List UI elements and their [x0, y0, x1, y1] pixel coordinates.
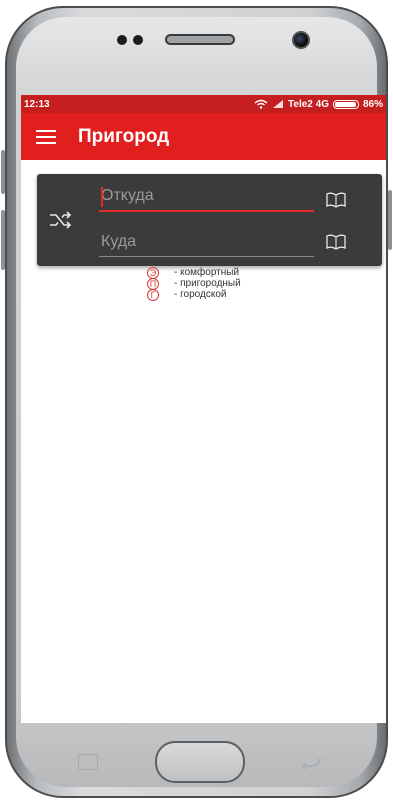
page-title: Пригород	[78, 125, 170, 147]
volume-button-lower	[1, 210, 5, 270]
earpiece-speaker	[165, 34, 235, 45]
legend-label: - городской	[174, 289, 227, 300]
route-card	[37, 174, 382, 266]
app-bar: Пригород	[21, 113, 386, 160]
status-bar: 12:13 Tele2 4G 86%	[21, 95, 386, 113]
volume-button	[1, 150, 5, 194]
battery-icon	[332, 99, 359, 109]
legend-badge: Г	[147, 288, 159, 301]
hamburger-menu-icon[interactable]	[36, 129, 56, 144]
legend-label: - пригородный	[174, 278, 241, 289]
train-type-legend: Э - комфортный П - пригородный Г - город…	[147, 266, 241, 301]
sensor-dot	[117, 35, 127, 45]
phone-screen: 12:13 Tele2 4G 86% Пригород Откуда Куда …	[21, 95, 386, 723]
home-button[interactable]	[155, 741, 245, 783]
front-camera	[292, 31, 310, 49]
book-icon[interactable]	[326, 192, 346, 208]
power-button	[388, 190, 392, 250]
legend-badge: П	[147, 277, 159, 290]
battery-percent: 86%	[362, 98, 383, 110]
carrier-label: Tele2 4G	[288, 98, 329, 110]
legend-label: - комфортный	[174, 267, 240, 278]
status-indicators: Tele2 4G 86%	[254, 99, 383, 110]
legend-item: Э - комфортный	[147, 266, 241, 279]
to-input[interactable]	[99, 227, 314, 256]
shuffle-icon[interactable]	[49, 210, 73, 230]
recent-apps-icon[interactable]	[78, 754, 98, 770]
sensor-dot	[133, 35, 143, 45]
book-icon[interactable]	[326, 234, 346, 250]
to-field[interactable]	[99, 227, 314, 257]
from-field[interactable]	[99, 182, 314, 212]
signal-icon	[273, 100, 284, 108]
legend-item: Г - городской	[147, 288, 241, 301]
from-input[interactable]	[99, 182, 314, 210]
back-icon[interactable]	[300, 754, 322, 770]
text-cursor	[101, 187, 103, 207]
legend-item: П - пригородный	[147, 277, 241, 290]
legend-badge: Э	[147, 266, 159, 279]
status-time: 12:13	[24, 98, 50, 110]
wifi-icon	[254, 99, 268, 109]
